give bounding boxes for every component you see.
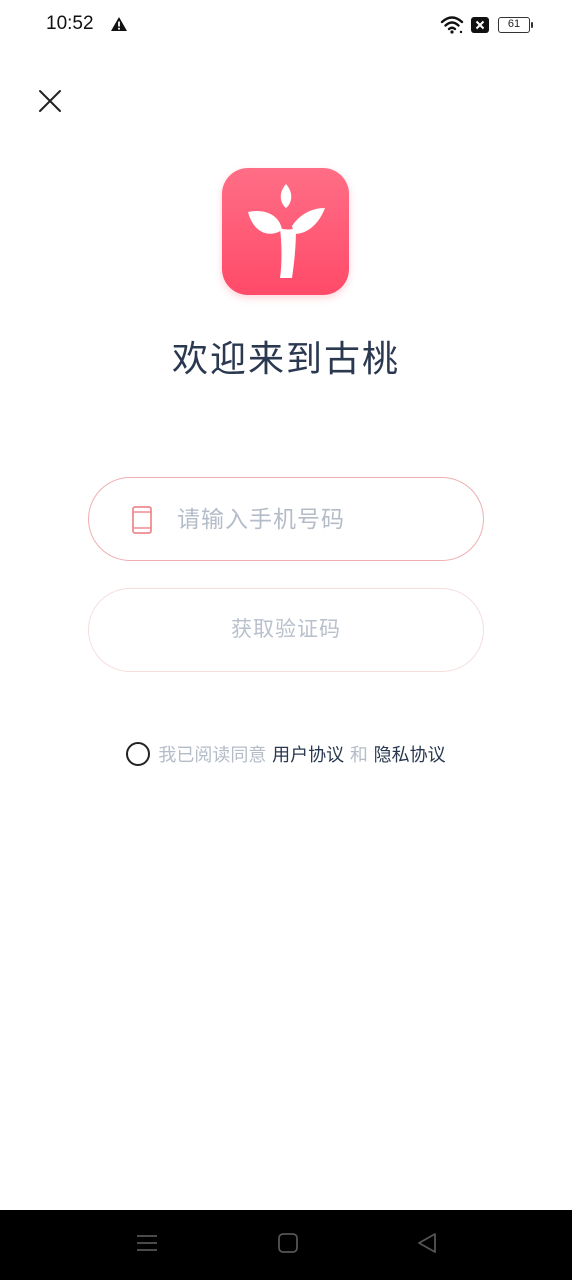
wifi-icon: [440, 15, 464, 39]
welcome-title: 欢迎来到古桃: [171, 339, 400, 380]
status-bar: 10:52 61: [0, 0, 572, 52]
close-button[interactable]: [34, 85, 66, 117]
login-screen: 10:52 61 欢迎来到古桃 请输入手机号码 获取验证码 我已阅读同意 用户协…: [0, 0, 572, 1280]
agreement-and: 和: [349, 745, 368, 766]
home-button[interactable]: [277, 1232, 299, 1258]
battery-icon: 61: [498, 17, 533, 33]
app-logo: [222, 168, 349, 295]
navigation-bar: [0, 1210, 572, 1280]
back-icon: [418, 1233, 436, 1253]
phone-input[interactable]: [175, 498, 459, 542]
get-code-button[interactable]: 获取验证码: [88, 588, 484, 672]
phone-icon: [131, 505, 153, 539]
phone-field[interactable]: [88, 477, 484, 561]
menu-icon: [137, 1235, 157, 1251]
back-button[interactable]: [416, 1232, 438, 1258]
menu-button[interactable]: [136, 1232, 158, 1258]
agreement-row: 我已阅读同意 用户协议 和 隐私协议: [0, 742, 572, 770]
status-time: 10:52: [46, 13, 94, 34]
home-icon: [278, 1233, 298, 1253]
warning-icon: [110, 16, 128, 36]
agreement-prefix: 我已阅读同意: [158, 745, 267, 766]
close-icon: [39, 90, 61, 112]
no-sim-icon: [470, 16, 490, 38]
privacy-policy-link[interactable]: 隐私协议: [374, 745, 446, 766]
user-agreement-link[interactable]: 用户协议: [272, 745, 344, 766]
app-logo-icon: [248, 184, 325, 278]
agreement-checkbox[interactable]: [126, 742, 151, 766]
